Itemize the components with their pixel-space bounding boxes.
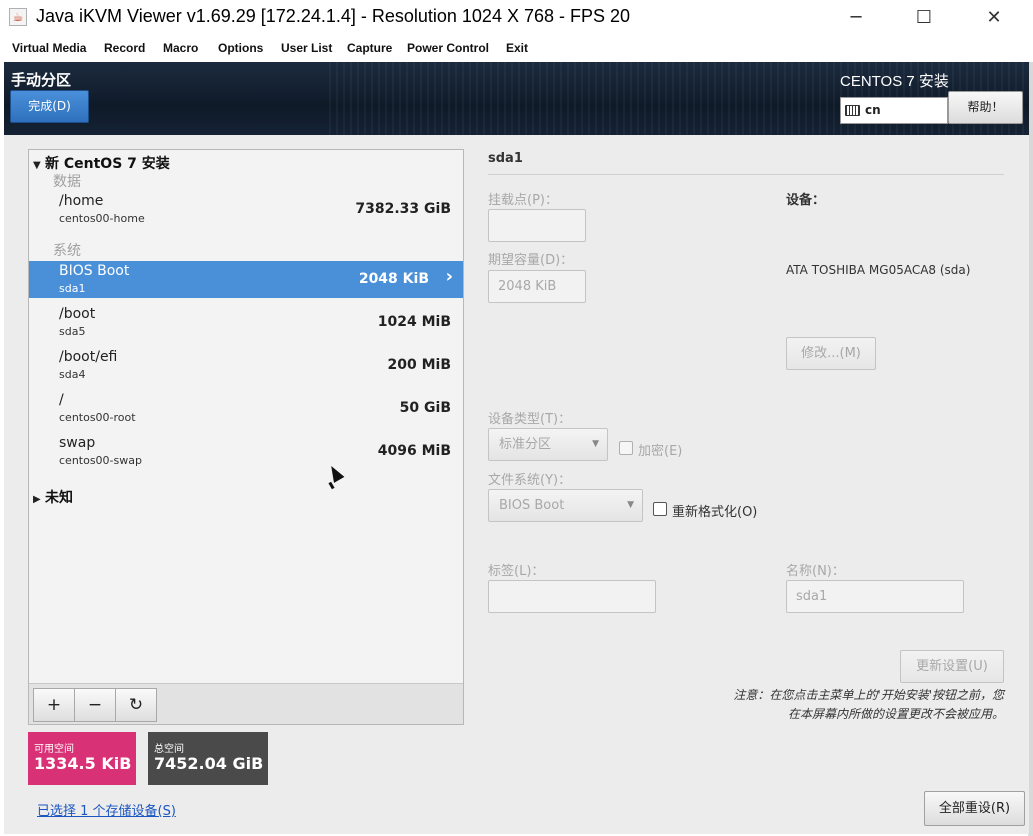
expanded-arrow-icon[interactable]: ▼ [33, 160, 45, 171]
partition-row[interactable]: /boot sda5 1024 MiB [29, 304, 463, 341]
partition-mount: /boot [59, 306, 96, 322]
tag-label: 标签(L)： [488, 564, 545, 579]
partition-toolbar: + − ↻ [29, 683, 463, 724]
product-title: CENTOS 7 安装 [840, 73, 949, 90]
capacity-label: 期望容量(D)： [488, 253, 574, 268]
device-label: 设备： [786, 193, 826, 208]
dropdown-arrow-icon: ▼ [627, 500, 634, 510]
device-name: ATA TOSHIBA MG05ACA8 (sda) [786, 263, 971, 277]
partition-size: 4096 MiB [377, 443, 451, 459]
group-label-system: 系统 [53, 243, 81, 259]
capacity-field[interactable]: 2048 KiB [488, 270, 586, 303]
partition-device: centos00-home [59, 212, 145, 225]
encrypt-label: 加密(E) [638, 444, 683, 459]
partition-tree-panel: ▼ 新 CentOS 7 安装 数据 /home centos00-home 73… [28, 149, 464, 725]
filesystem-label: 文件系统(Y)： [488, 473, 572, 488]
minimize-button[interactable]: ─ [833, 4, 879, 32]
notice-text: 注意：在您点击主菜单上的'开始安装'按钮之前，您 在本屏幕内所做的设置更改不会被… [644, 686, 1004, 724]
menu-capture[interactable]: Capture [347, 41, 392, 55]
window-titlebar: ☕ Java iKVM Viewer v1.69.29 [172.24.1.4]… [0, 0, 1033, 37]
tag-field[interactable] [488, 580, 656, 613]
name-label: 名称(N)： [786, 564, 845, 579]
partition-row-selected[interactable]: BIOS Boot sda1 2048 KiB › [29, 261, 463, 298]
modify-button[interactable]: 修改...(M) [786, 337, 876, 370]
partition-mount: BIOS Boot [59, 263, 130, 279]
name-field[interactable]: sda1 [786, 580, 964, 613]
refresh-icon[interactable]: ↻ [115, 688, 157, 722]
group-label-data: 数据 [53, 174, 81, 190]
total-space-box: 总空间 7452.04 GiB [148, 732, 268, 785]
available-space-label: 可用空间 [34, 744, 74, 755]
device-type-select[interactable]: 标准分区 ▼ [488, 428, 608, 461]
selected-storage-link[interactable]: 已选择 1 个存储设备(S) [37, 800, 176, 819]
reformat-label: 重新格式化(O) [672, 505, 758, 520]
partition-mount: swap [59, 435, 96, 451]
install-root-node[interactable]: ▼ 新 CentOS 7 安装 [33, 153, 170, 173]
partition-mount: /boot/efi [59, 349, 118, 365]
partition-size: 7382.33 GiB [355, 201, 451, 217]
menu-power-control[interactable]: Power Control [407, 41, 489, 55]
reset-all-button[interactable]: 全部重设(R) [924, 791, 1025, 826]
menu-record[interactable]: Record [104, 41, 145, 55]
available-space-box: 可用空间 1334.5 KiB [28, 732, 136, 785]
detail-title: sda1 [488, 151, 523, 166]
reformat-checkbox[interactable] [653, 502, 667, 516]
keyboard-icon [845, 105, 860, 116]
window-title: Java iKVM Viewer v1.69.29 [172.24.1.4] -… [36, 6, 631, 26]
collapsed-arrow-icon[interactable]: ▶ [33, 494, 45, 505]
available-space-value: 1334.5 KiB [34, 754, 132, 773]
filesystem-value: BIOS Boot [499, 498, 565, 513]
keyboard-layout-indicator[interactable]: cn [840, 97, 948, 124]
page-title: 手动分区 [11, 71, 72, 89]
device-type-label: 设备类型(T)： [488, 412, 572, 427]
menu-user-list[interactable]: User List [281, 41, 332, 55]
close-button[interactable]: ✕ [971, 4, 1017, 32]
mount-point-label: 挂载点(P)： [488, 193, 558, 208]
mount-point-field[interactable] [488, 209, 586, 242]
remove-partition-button[interactable]: − [74, 688, 116, 722]
update-settings-button[interactable]: 更新设置(U) [900, 650, 1004, 683]
total-space-label: 总空间 [154, 744, 184, 755]
java-app-icon[interactable]: ☕ [9, 8, 27, 26]
partition-row[interactable]: swap centos00-swap 4096 MiB [29, 433, 463, 470]
maximize-button[interactable]: ☐ [901, 4, 947, 32]
menu-exit[interactable]: Exit [506, 41, 528, 55]
install-root-label: 新 CentOS 7 安装 [45, 156, 170, 172]
encrypt-checkbox[interactable] [619, 441, 633, 455]
keyboard-layout-label: cn [865, 103, 881, 117]
remote-screen[interactable]: 手动分区 完成(D) CENTOS 7 安装 cn 帮助！ ▼ 新 CentOS … [4, 62, 1029, 834]
done-button[interactable]: 完成(D) [10, 90, 89, 123]
partition-size: 1024 MiB [377, 314, 451, 330]
help-button[interactable]: 帮助！ [948, 91, 1023, 124]
menu-bar: Virtual Media Record Macro Options User … [0, 37, 1033, 61]
menu-macro[interactable]: Macro [163, 41, 198, 55]
partition-device: centos00-swap [59, 454, 142, 467]
partition-size: 200 MiB [387, 357, 452, 373]
menu-virtual-media[interactable]: Virtual Media [12, 41, 86, 55]
divider [488, 174, 1004, 175]
partition-device: sda4 [59, 368, 86, 381]
total-space-value: 7452.04 GiB [154, 754, 264, 773]
unknown-label: 未知 [45, 490, 73, 506]
partition-size: 2048 KiB [358, 271, 429, 287]
menu-options[interactable]: Options [218, 41, 263, 55]
notice-line: 注意：在您点击主菜单上的'开始安装'按钮之前，您 [733, 688, 1004, 702]
partition-device: sda5 [59, 325, 86, 338]
filesystem-select[interactable]: BIOS Boot ▼ [488, 489, 643, 522]
partition-row[interactable]: /home centos00-home 7382.33 GiB [29, 191, 463, 228]
notice-line: 在本屏幕内所做的设置更改不会被应用。 [787, 707, 1004, 721]
add-partition-button[interactable]: + [33, 688, 75, 722]
chevron-right-icon: › [445, 266, 453, 287]
partition-row[interactable]: / centos00-root 50 GiB [29, 390, 463, 427]
partition-mount: /home [59, 193, 104, 209]
partition-device: sda1 [59, 282, 86, 295]
partition-row[interactable]: /boot/efi sda4 200 MiB [29, 347, 463, 384]
partition-mount: / [59, 392, 64, 408]
device-type-value: 标准分区 [499, 437, 552, 452]
partition-device: centos00-root [59, 411, 136, 424]
unknown-node[interactable]: ▶ 未知 [33, 487, 73, 507]
installer-header: 手动分区 完成(D) CENTOS 7 安装 cn 帮助！ [4, 62, 1029, 135]
dropdown-arrow-icon: ▼ [592, 439, 599, 449]
partition-size: 50 GiB [399, 400, 451, 416]
